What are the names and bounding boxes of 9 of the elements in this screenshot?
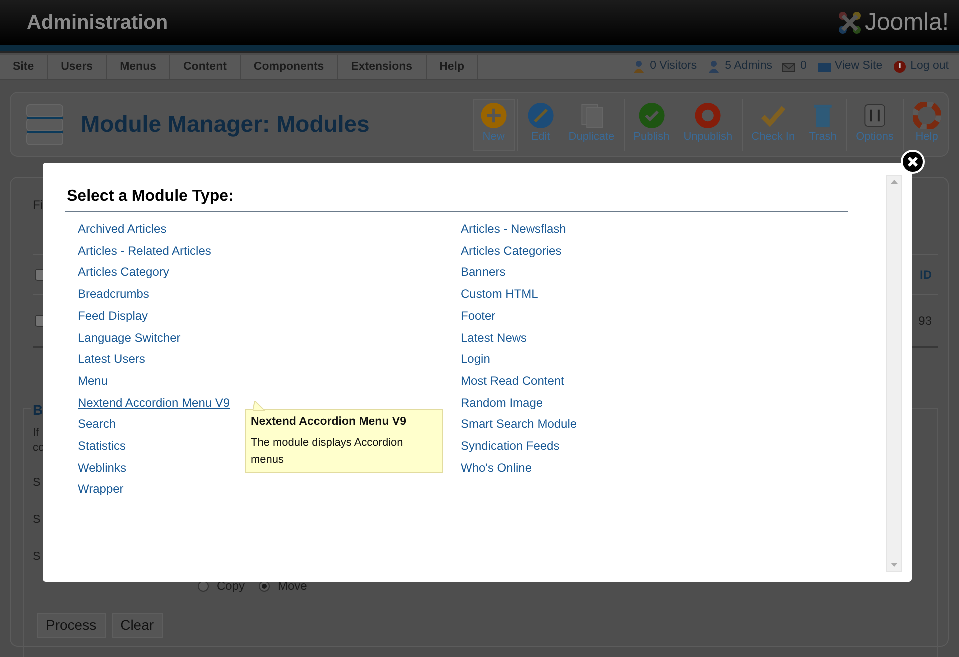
modal-title: Select a Module Type: — [65, 185, 848, 212]
page-title: Module Manager: Modules — [81, 110, 371, 140]
status-label: 0 — [800, 59, 807, 74]
logo-text: Joomla! — [864, 8, 949, 38]
status-label: 0 Visitors — [650, 59, 698, 74]
tooltip-title: Nextend Accordion Menu V9 — [251, 415, 408, 430]
header-title: Administration — [27, 10, 168, 36]
status-label: 5 Admins — [725, 59, 772, 74]
tooltip-text: The module displays Accordion menus — [251, 436, 404, 468]
